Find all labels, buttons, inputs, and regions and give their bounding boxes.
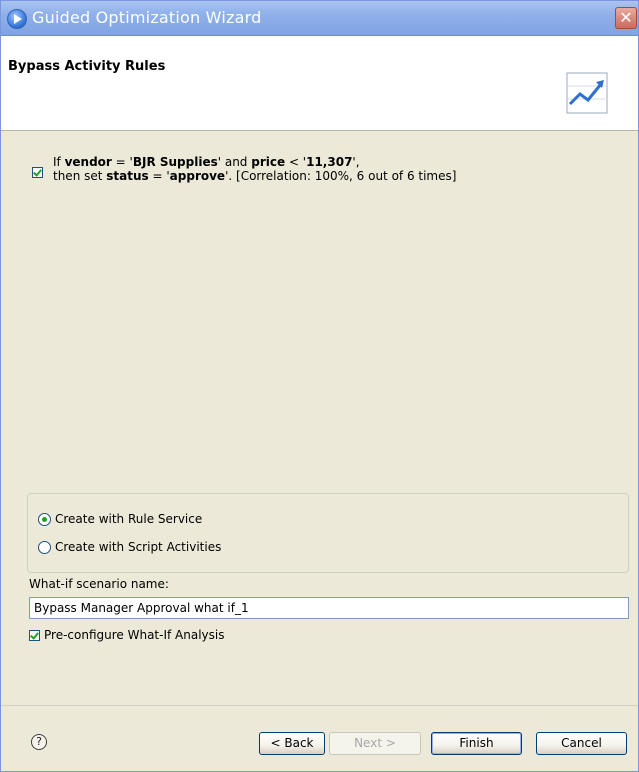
rule-service-label[interactable]: Create with Rule Service — [55, 512, 202, 526]
checkmark-icon — [30, 630, 39, 640]
rule-field-status: status — [106, 169, 149, 183]
whatif-name-input[interactable]: Bypass Manager Approval what if_1 — [29, 597, 629, 619]
close-icon[interactable]: ✕ — [615, 7, 637, 29]
whatif-name-label: What-if scenario name: — [29, 577, 169, 591]
rule-text-fragment: ', — [352, 155, 360, 169]
rule-field-price: price — [251, 155, 286, 169]
cancel-button[interactable]: Cancel — [536, 732, 627, 755]
rule-text-fragment: < ' — [285, 155, 307, 169]
next-button[interactable]: Next > — [329, 732, 421, 755]
title-bar[interactable]: Guided Optimization Wizard ✕ — [1, 1, 638, 36]
creation-options-group: Create with Rule Service Create with Scr… — [27, 493, 629, 573]
preconfigure-label[interactable]: Pre-configure What-If Analysis — [44, 628, 224, 642]
rule-condition-line: If vendor = 'BJR Supplies' and price < '… — [53, 155, 456, 169]
wizard-content: If vendor = 'BJR Supplies' and price < '… — [1, 131, 638, 705]
rule-text-fragment: If — [53, 155, 65, 169]
radio-selected-dot — [42, 517, 47, 522]
rule-action-line: then set status = 'approve'. [Correlatio… — [53, 169, 456, 183]
wizard-banner: Bypass Activity Rules — [1, 36, 638, 131]
rule-field-vendor: vendor — [64, 155, 112, 169]
rule-value-price: 11,307 — [306, 155, 353, 169]
page-title: Bypass Activity Rules — [8, 59, 166, 74]
rule-text-fragment: = ' — [111, 155, 133, 169]
rule-text-fragment: = ' — [148, 169, 170, 183]
back-button[interactable]: < Back — [259, 732, 325, 755]
rule-correlation: '. [Correlation: 100%, 6 out of 6 times] — [225, 169, 457, 183]
checkmark-icon — [33, 167, 42, 177]
rule-description: If vendor = 'BJR Supplies' and price < '… — [53, 155, 456, 183]
rule-checkbox[interactable] — [32, 167, 43, 178]
help-icon[interactable]: ? — [31, 734, 47, 750]
wizard-window: Guided Optimization Wizard ✕ Bypass Acti… — [0, 0, 639, 772]
trend-chart-icon — [566, 72, 608, 114]
footer-divider — [1, 705, 638, 706]
rule-value-vendor: BJR Supplies — [132, 155, 218, 169]
preconfigure-checkbox[interactable] — [29, 630, 40, 641]
rule-text-fragment: ' and — [217, 155, 252, 169]
rule-text-fragment: then set — [53, 169, 107, 183]
rule-service-radio[interactable] — [38, 513, 51, 526]
rule-value-status: approve — [169, 169, 226, 183]
finish-button[interactable]: Finish — [431, 732, 522, 755]
window-title: Guided Optimization Wizard — [32, 8, 262, 27]
app-icon — [7, 9, 27, 29]
script-activities-label[interactable]: Create with Script Activities — [55, 540, 221, 554]
script-activities-radio[interactable] — [38, 541, 51, 554]
